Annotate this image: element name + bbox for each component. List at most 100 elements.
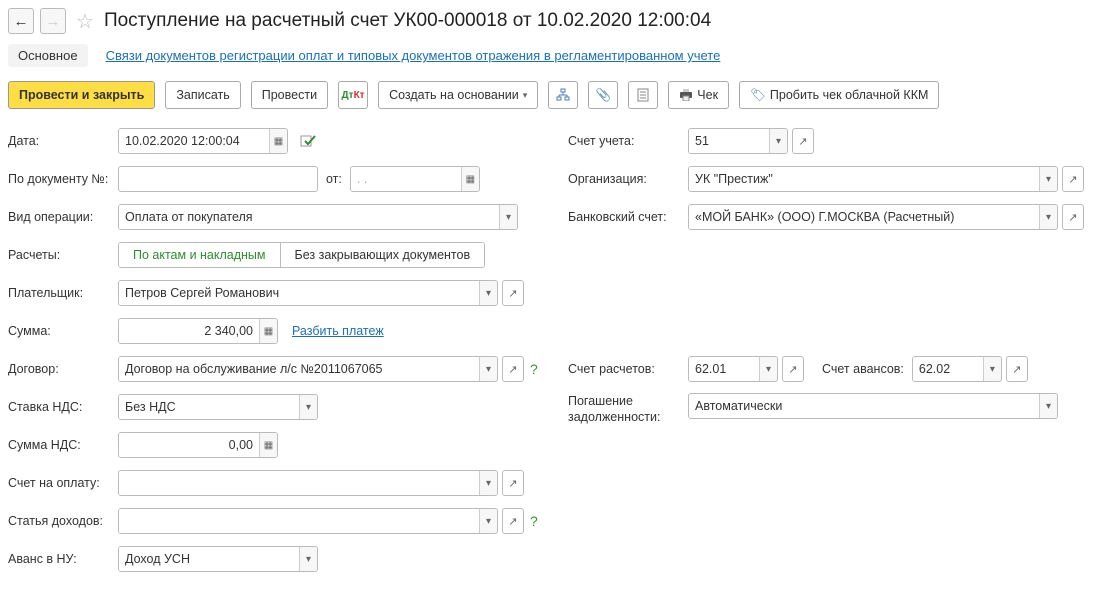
contract-dropdown-button[interactable]: ▾ xyxy=(479,357,497,381)
sum-calc-button[interactable]: ▦ xyxy=(259,319,277,343)
bank-input[interactable]: «МОЙ БАНК» (ООО) Г.МОСКВА (Расчетный) xyxy=(689,205,1039,229)
dt-kt-icon: ДтКт xyxy=(342,90,365,101)
contract-label: Договор: xyxy=(8,362,118,376)
open-icon: ↗ xyxy=(1068,173,1077,186)
tag-icon: 🏷 xyxy=(750,88,766,103)
calendar-icon: ▦ xyxy=(274,136,283,147)
settle-acc-open-button[interactable]: ↗ xyxy=(782,356,804,382)
settle-acc-input[interactable]: 62.01 xyxy=(689,357,759,381)
cheque-button[interactable]: Чек xyxy=(668,81,729,109)
account-input[interactable]: 51 xyxy=(689,129,769,153)
bank-dropdown-button[interactable]: ▾ xyxy=(1039,205,1057,229)
adv-acc-input[interactable]: 62.02 xyxy=(913,357,983,381)
segment-no-closing[interactable]: Без закрывающих документов xyxy=(280,243,485,267)
favorite-icon[interactable]: ☆ xyxy=(76,9,94,34)
payer-label: Плательщик: xyxy=(8,286,118,300)
posted-icon xyxy=(300,134,316,148)
advance-select[interactable]: Доход УСН xyxy=(119,547,299,571)
post-button[interactable]: Провести xyxy=(251,81,328,109)
advance-dropdown-button[interactable]: ▾ xyxy=(299,547,317,571)
vat-rate-select[interactable]: Без НДС xyxy=(119,395,299,419)
account-open-button[interactable]: ↗ xyxy=(792,128,814,154)
sum-label: Сумма: xyxy=(8,324,118,338)
debt-dropdown-button[interactable]: ▾ xyxy=(1039,394,1057,418)
docnum-label: По документу №: xyxy=(8,172,118,186)
post-and-close-button[interactable]: Провести и закрыть xyxy=(8,81,155,109)
page-title: Поступление на расчетный счет УК00-00001… xyxy=(104,10,711,32)
calculator-icon: ▦ xyxy=(264,326,273,337)
optype-select[interactable]: Оплата от покупателя xyxy=(119,205,499,229)
org-label: Организация: xyxy=(568,172,688,186)
docnum-from-label: от: xyxy=(326,172,342,186)
open-icon: ↗ xyxy=(508,477,517,490)
date-picker-button[interactable]: ▦ xyxy=(269,129,287,153)
back-button[interactable]: ← xyxy=(8,8,34,34)
optype-dropdown-button[interactable]: ▾ xyxy=(499,205,517,229)
paperclip-icon: 📎 xyxy=(595,88,611,103)
open-icon: ↗ xyxy=(1068,211,1077,224)
income-input[interactable] xyxy=(119,509,479,533)
payer-input[interactable]: Петров Сергей Романович xyxy=(119,281,479,305)
debt-label: Погашение задолженности: xyxy=(568,393,688,426)
payer-open-button[interactable]: ↗ xyxy=(502,280,524,306)
cloud-kkm-button[interactable]: 🏷 Пробить чек облачной ККМ xyxy=(739,81,939,109)
docdate-picker-button[interactable]: ▦ xyxy=(461,167,479,191)
docnum-input[interactable] xyxy=(118,166,318,192)
segment-acts[interactable]: По актам и накладным xyxy=(119,243,280,267)
org-input[interactable]: УК "Престиж" xyxy=(689,167,1039,191)
org-dropdown-button[interactable]: ▾ xyxy=(1039,167,1057,191)
create-based-button[interactable]: Создать на основании ▾ xyxy=(378,81,538,109)
hierarchy-icon xyxy=(556,88,570,102)
adv-acc-open-button[interactable]: ↗ xyxy=(1006,356,1028,382)
date-input[interactable]: 10.02.2020 12:00:04 xyxy=(119,129,269,153)
dt-kt-button[interactable]: ДтКт xyxy=(338,81,368,109)
settle-label: Расчеты: xyxy=(8,248,118,262)
vat-rate-label: Ставка НДС: xyxy=(8,400,118,414)
vat-sum-label: Сумма НДС: xyxy=(8,438,118,452)
document-icon xyxy=(637,88,649,102)
invoice-dropdown-button[interactable]: ▾ xyxy=(479,471,497,495)
open-icon: ↗ xyxy=(508,515,517,528)
attach-button[interactable]: 📎 xyxy=(588,81,618,109)
calendar-icon: ▦ xyxy=(466,174,475,185)
account-dropdown-button[interactable]: ▾ xyxy=(769,129,787,153)
bank-label: Банковский счет: xyxy=(568,210,688,224)
sum-input[interactable]: 2 340,00 xyxy=(119,319,259,343)
adv-acc-dropdown-button[interactable]: ▾ xyxy=(983,357,1001,381)
income-label: Статья доходов: xyxy=(8,514,118,528)
printer-icon xyxy=(679,89,693,101)
adv-acc-label: Счет авансов: xyxy=(822,362,904,376)
payer-dropdown-button[interactable]: ▾ xyxy=(479,281,497,305)
split-payment-link[interactable]: Разбить платеж xyxy=(292,324,384,338)
bank-open-button[interactable]: ↗ xyxy=(1062,204,1084,230)
vat-rate-dropdown-button[interactable]: ▾ xyxy=(299,395,317,419)
notes-button[interactable] xyxy=(628,81,658,109)
invoice-open-button[interactable]: ↗ xyxy=(502,470,524,496)
advance-label: Аванс в НУ: xyxy=(8,552,118,566)
debt-select[interactable]: Автоматически xyxy=(689,394,1039,418)
tab-links[interactable]: Связи документов регистрации оплат и тип… xyxy=(106,48,721,63)
contract-input[interactable]: Договор на обслуживание л/с №2011067065 xyxy=(119,357,479,381)
org-open-button[interactable]: ↗ xyxy=(1062,166,1084,192)
date-label: Дата: xyxy=(8,134,118,148)
vat-sum-input[interactable]: 0,00 xyxy=(119,433,259,457)
calculator-icon: ▦ xyxy=(264,440,273,451)
income-open-button[interactable]: ↗ xyxy=(502,508,524,534)
open-icon: ↗ xyxy=(788,363,797,376)
settle-acc-dropdown-button[interactable]: ▾ xyxy=(759,357,777,381)
income-help-icon[interactable]: ? xyxy=(530,513,538,529)
invoice-label: Счет на оплату: xyxy=(8,476,118,490)
save-button[interactable]: Записать xyxy=(165,81,240,109)
optype-label: Вид операции: xyxy=(8,210,118,224)
docdate-input[interactable]: . . xyxy=(351,167,461,191)
contract-open-button[interactable]: ↗ xyxy=(502,356,524,382)
structure-button[interactable] xyxy=(548,81,578,109)
settle-acc-label: Счет расчетов: xyxy=(568,362,688,376)
income-dropdown-button[interactable]: ▾ xyxy=(479,509,497,533)
vat-sum-calc-button[interactable]: ▦ xyxy=(259,433,277,457)
account-label: Счет учета: xyxy=(568,134,688,148)
invoice-input[interactable] xyxy=(119,471,479,495)
forward-button[interactable]: → xyxy=(40,8,66,34)
tab-main[interactable]: Основное xyxy=(8,44,88,67)
contract-help-icon[interactable]: ? xyxy=(530,361,538,377)
